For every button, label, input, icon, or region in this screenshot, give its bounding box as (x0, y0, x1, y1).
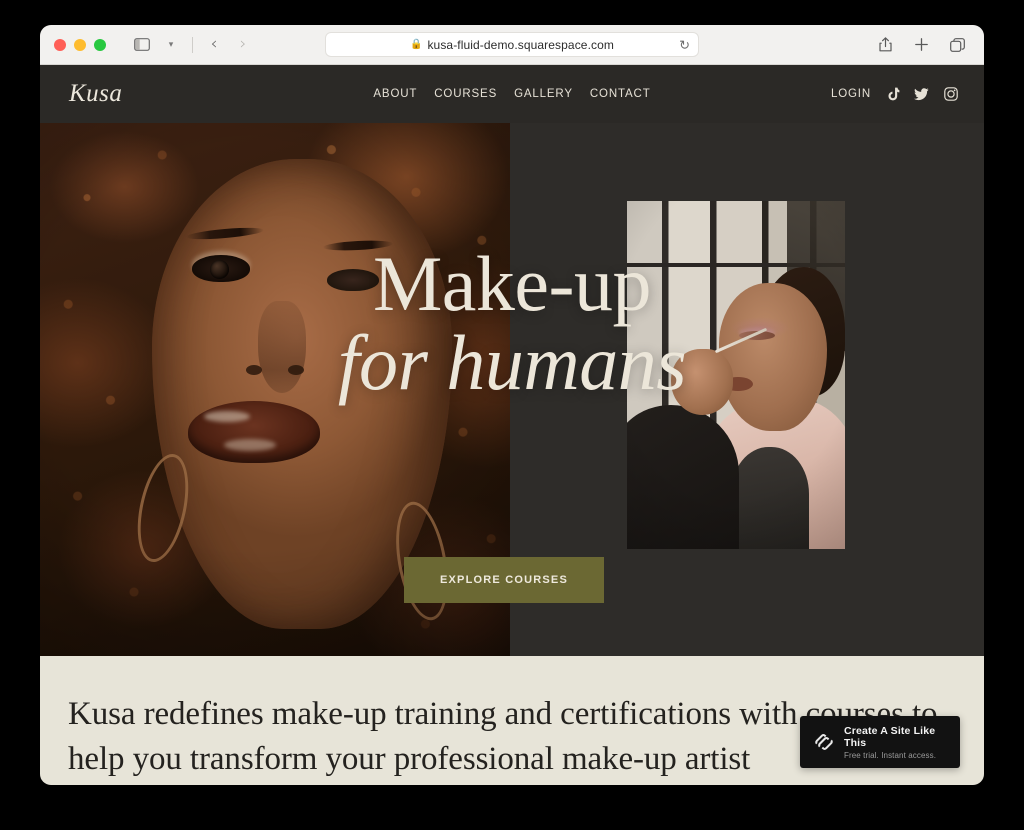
hero-inset-image (627, 201, 845, 549)
toolbar-divider (192, 36, 193, 53)
browser-toolbar: ▾ ‹ › 🔒 kusa-fluid-demo.squarespace.com … (40, 25, 984, 65)
nav-item-about[interactable]: ABOUT (373, 88, 417, 100)
inset-vignette (627, 201, 845, 549)
sidebar-toggle-icon[interactable] (129, 32, 155, 58)
site-viewport: Kusa ABOUT COURSES GALLERY CONTACT LOGIN (40, 65, 984, 785)
explore-courses-label: EXPLORE COURSES (439, 574, 569, 586)
minimize-window-button[interactable] (74, 38, 86, 51)
lock-icon: 🔒 (410, 38, 423, 50)
close-window-button[interactable] (54, 38, 66, 51)
url-text: kusa-fluid-demo.squarespace.com (427, 37, 614, 52)
hero-section: Make-up for humans EXPLORE COURSES (40, 123, 984, 656)
squarespace-logo-icon (813, 731, 835, 753)
nav-item-gallery[interactable]: GALLERY (514, 88, 573, 100)
site-logo[interactable]: Kusa (69, 80, 122, 108)
forward-arrow-icon[interactable]: › (230, 32, 256, 58)
header-right-group: LOGIN (831, 87, 958, 102)
badge-subtitle: Free trial. Instant access. (844, 750, 937, 760)
squarespace-promo-badge[interactable]: Create A Site Like This Free trial. Inst… (800, 716, 960, 768)
nav-item-contact[interactable]: CONTACT (590, 88, 651, 100)
instagram-icon[interactable] (943, 87, 958, 102)
url-bar[interactable]: 🔒 kusa-fluid-demo.squarespace.com ↻ (325, 32, 699, 57)
nav-item-courses[interactable]: COURSES (434, 88, 497, 100)
sidebar-chevron-down-icon[interactable]: ▾ (158, 32, 184, 58)
tiktok-icon[interactable] (885, 87, 900, 102)
toolbar-left-controls: ▾ ‹ › (129, 32, 256, 58)
toolbar-right-controls (872, 32, 970, 58)
main-navigation: ABOUT COURSES GALLERY CONTACT (373, 88, 650, 100)
plus-icon[interactable] (908, 32, 934, 58)
site-header: Kusa ABOUT COURSES GALLERY CONTACT LOGIN (40, 65, 984, 123)
tab-overview-icon[interactable] (944, 32, 970, 58)
share-icon[interactable] (872, 32, 898, 58)
login-link[interactable]: LOGIN (831, 88, 871, 100)
badge-text-group: Create A Site Like This Free trial. Inst… (844, 725, 947, 760)
badge-title: Create A Site Like This (844, 724, 936, 749)
browser-window: ▾ ‹ › 🔒 kusa-fluid-demo.squarespace.com … (40, 25, 984, 785)
window-traffic-lights (54, 38, 106, 51)
back-arrow-icon[interactable]: ‹ (201, 32, 227, 58)
maximize-window-button[interactable] (94, 38, 106, 51)
explore-courses-button[interactable]: EXPLORE COURSES (404, 557, 604, 603)
reload-icon[interactable]: ↻ (679, 38, 690, 51)
twitter-icon[interactable] (914, 87, 929, 102)
